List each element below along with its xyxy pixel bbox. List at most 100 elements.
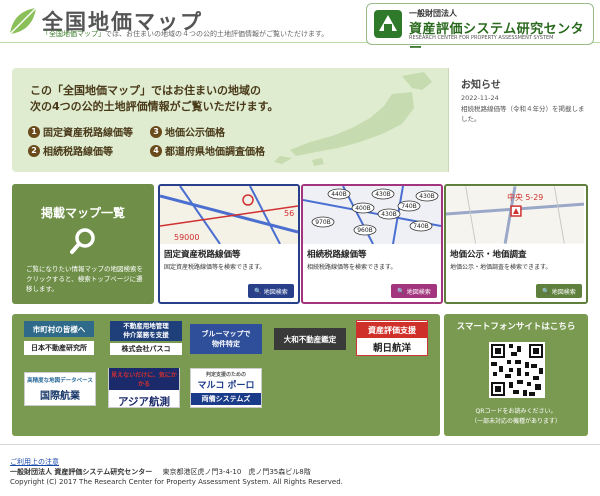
banner-item-4: 4 都道府県地価調査価格	[150, 143, 265, 158]
map-search-label: 地図検索	[406, 288, 431, 296]
search-icon: 🔍	[542, 287, 550, 295]
map-search-button[interactable]: 🔍 地図検索	[391, 284, 437, 298]
map-search-label: 地図検索	[551, 288, 576, 296]
partner-link-kokusai[interactable]: 高精度な地図データベース 国際航業	[24, 372, 96, 406]
partner-link-bottom-label: 両備システムズ	[191, 393, 261, 405]
map-list-title: 掲載マップ一覧	[40, 206, 125, 220]
map-list-description: ご覧になりたい情報マップの地図検索をクリックすると、検索トップページに遷移します…	[26, 265, 143, 293]
thumb-value-label: 400B	[355, 205, 371, 212]
org-emblem-icon	[374, 10, 402, 38]
card-description: 固定資産税路線価等を検索できます。	[164, 264, 266, 271]
card-description: 地価公示・地価調査を検索できます。	[450, 264, 552, 271]
map-thumbnail: 440B 430B 400B 970B 430B 740B 960B 740B …	[303, 186, 441, 244]
thumb-value-label: 970B	[315, 219, 331, 226]
news-item-text[interactable]: 相続税路線価等（令和４年分）を掲載しました。	[461, 104, 585, 124]
thumb-location-label: 中央 5-29	[507, 192, 543, 202]
thumb-value-label: 740B	[413, 223, 429, 230]
card-fixed-asset-tax[interactable]: 59000 56 固定資産税路線価等 固定資産税路線価等を検索できます。 🔍 地…	[158, 184, 300, 304]
partner-link-top-label: 不動産用地管理 仲介業務を支援	[110, 321, 182, 341]
site-subtitle: 「全国地価マップ」では、お住まいの地域の４つの公的土地評価情報がご覧いただけます…	[42, 29, 328, 39]
footer-org-name: 一般財団法人 資産評価システム研究センター	[10, 468, 153, 476]
map-thumbnail: 59000 56	[160, 186, 298, 244]
banner-item-2: 2 相続税路線価等	[28, 143, 113, 158]
partner-link-jrei[interactable]: 市町村の皆様へ 日本不動産研究所	[24, 320, 94, 356]
partner-link-top-line: 不動産用地管理	[123, 322, 169, 330]
card-land-price[interactable]: 中央 5-29 地価公示・地価調査 地価公示・地価調査を検索できます。 🔍 地図…	[444, 184, 588, 304]
japan-map-icon	[274, 72, 432, 166]
org-english-name: RESEARCH CENTER FOR PROPERTY ASSESSMENT …	[409, 35, 554, 41]
footer-copyright: Copyright (C) 2017 The Research Center f…	[10, 478, 343, 486]
banner-heading-line1: この「全国地価マップ」ではお住まいの地域の	[30, 84, 261, 97]
card-title: 地価公示・地価調査	[450, 250, 527, 260]
search-icon: 🔍	[397, 287, 405, 295]
leaf-logo-icon	[9, 7, 37, 35]
footer-org-address: 一般財団法人 資産評価システム研究センター 東京都港区虎ノ門3-4-10 虎ノ門…	[10, 467, 311, 477]
partner-link-small-label: 判定支援のための	[205, 372, 246, 378]
site-header: 全国地価マップ 「全国地価マップ」では、お住まいの地域の４つの公的土地評価情報が…	[0, 0, 600, 62]
thumb-value-label: 430B	[381, 211, 397, 218]
footer-address: 東京都港区虎ノ門3-4-10 虎ノ門35森ビル8階	[162, 468, 311, 476]
banner-item-label: 地価公示価格	[165, 128, 225, 139]
card-title: 相続税路線価等	[307, 250, 367, 260]
partner-link-bottom-label: 国際航業	[40, 391, 80, 402]
smartphone-panel: スマートフォンサイトはこちら QRコードをお読みください。 （一部未対応の機種が…	[444, 314, 588, 436]
number-badge: 2	[28, 144, 40, 157]
number-badge: 3	[150, 125, 162, 138]
number-badge: 1	[28, 125, 40, 138]
partner-link-bottom-label: 日本不動産研究所	[24, 341, 94, 355]
qr-device-note: （一部未対応の機種があります）	[470, 418, 561, 425]
intro-banner: この「全国地価マップ」ではお住まいの地域の 次の4つの公的土地評価情報がご覧いた…	[12, 68, 588, 172]
map-search-button[interactable]: 🔍 地図検索	[536, 284, 582, 298]
footer-divider	[0, 444, 600, 445]
card-description: 相続税路線価等を検索できます。	[307, 264, 397, 271]
news-date: 2022-11-24	[461, 94, 499, 102]
partner-link-top-label: 見えないだけに、気にかかる	[109, 367, 179, 390]
partner-link-asia-air[interactable]: 見えないだけに、気にかかる アジア航測	[108, 367, 180, 408]
thumb-value-label: 56	[284, 209, 294, 218]
partner-link-top-label: 高精度な地図データベース	[27, 378, 93, 384]
card-title: 固定資産税路線価等	[164, 250, 241, 260]
partner-links-panel: 市町村の皆様へ 日本不動産研究所 不動産用地管理 仲介業務を支援 株式会社パスコ…	[12, 314, 440, 436]
partner-link-line: 物件特定	[212, 340, 240, 348]
partner-link-bottom-label: 朝日航洋	[372, 343, 411, 354]
map-list-panel[interactable]: 掲載マップ一覧 ご覧になりたい情報マップの地図検索をクリックすると、検索トップペ…	[12, 184, 154, 304]
thumb-value-label: 59000	[174, 233, 199, 242]
partner-link-line: ブルーマップで	[201, 330, 251, 338]
news-title: お知らせ	[461, 80, 501, 91]
site-subtitle-rest: では、お住まいの地域の４つの公的土地評価情報がご覧いただけます。	[105, 30, 329, 38]
map-search-label: 地図検索	[263, 288, 288, 296]
partner-link-marco-polo[interactable]: 判定支援のための マルコ ポーロ 両備システムズ	[190, 368, 262, 408]
thumb-value-label: 440B	[331, 191, 347, 198]
terms-of-use-link[interactable]: ご利用上の注意	[10, 457, 59, 467]
qr-instruction: QRコードをお読みください。	[475, 408, 557, 415]
banner-item-3: 3 地価公示価格	[150, 124, 225, 139]
partner-link-asahi[interactable]: 資産評価支援 朝日航洋	[356, 320, 428, 356]
map-search-button[interactable]: 🔍 地図検索	[248, 284, 294, 298]
card-inheritance-tax[interactable]: 440B 430B 400B 970B 430B 740B 960B 740B …	[301, 184, 443, 304]
thumb-value-label: 430B	[419, 193, 435, 200]
map-thumbnail: 中央 5-29	[446, 186, 584, 244]
thumb-value-label: 740B	[401, 203, 417, 210]
search-icon	[70, 228, 95, 254]
banner-item-1: 1 固定資産税路線価等	[28, 124, 133, 139]
partner-link-top-label: 市町村の皆様へ	[24, 321, 94, 337]
partner-link-daiwa[interactable]: 大和不動産鑑定	[274, 328, 346, 350]
number-badge: 4	[150, 144, 162, 157]
qr-code-icon[interactable]	[489, 342, 545, 398]
partner-link-bluemap[interactable]: ブルーマップで 物件特定	[190, 324, 262, 354]
smartphone-title: スマートフォンサイトはこちら	[456, 322, 576, 332]
partner-link-top-label: 資産評価支援	[357, 322, 427, 338]
banner-item-label: 相続税路線価等	[43, 147, 113, 158]
news-panel: お知らせ 2022-11-24 相続税路線価等（令和４年分）を掲載しました。	[448, 68, 588, 172]
org-logo-link[interactable]: 一般財団法人 資産評価システム研究センター RESEARCH CENTER FO…	[366, 3, 594, 56]
banner-heading-line2: 次の4つの公的土地評価情報がご覧いただけます。	[30, 100, 279, 113]
partner-link-pasco[interactable]: 不動産用地管理 仲介業務を支援 株式会社パスコ	[110, 320, 182, 356]
partner-link-top-line: 仲介業務を支援	[123, 331, 169, 339]
partner-link-top-label: マルコ ポーロ	[197, 381, 255, 391]
thumb-value-label: 960B	[357, 227, 373, 234]
partner-link-bottom-label: アジア航測	[117, 395, 171, 408]
search-icon: 🔍	[254, 287, 262, 295]
site-subtitle-quote: 「全国地価マップ」	[42, 30, 105, 38]
partner-link-bottom-label: 株式会社パスコ	[110, 343, 182, 355]
banner-item-label: 固定資産税路線価等	[43, 128, 133, 139]
